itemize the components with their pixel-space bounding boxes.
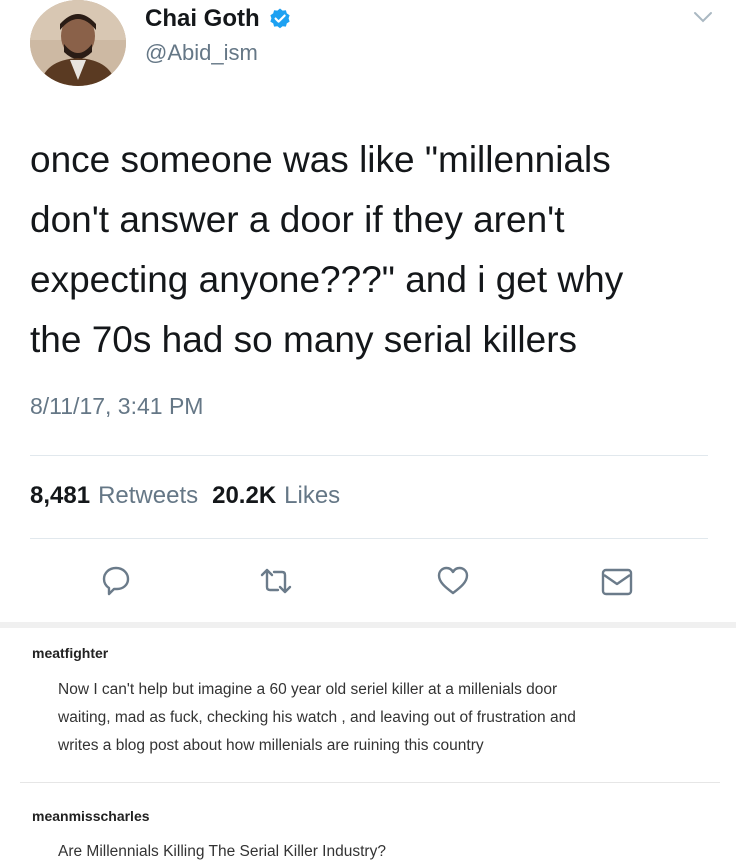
divider	[30, 538, 708, 539]
likes-count: 20.2K	[212, 482, 277, 509]
comment-line: Now I can't help but imagine a 60 year o…	[58, 681, 558, 698]
retweets-label: Retweets	[98, 482, 199, 509]
tweet-actions	[0, 562, 736, 606]
author-name[interactable]: Chai Goth	[145, 5, 260, 33]
tweet-text-line: once someone was like "millennials	[30, 139, 611, 180]
comment-divider	[20, 782, 720, 783]
comment-line: Are Millennials Killing The Serial Kille…	[58, 843, 386, 860]
comment-username[interactable]: meatfighter	[32, 645, 108, 661]
avatar[interactable]	[30, 0, 126, 86]
likes-stat[interactable]: 20.2K Likes	[212, 482, 340, 510]
verified-badge-icon	[270, 8, 290, 29]
reply-icon[interactable]	[100, 564, 132, 596]
like-icon[interactable]	[436, 565, 470, 597]
dm-icon[interactable]	[600, 566, 634, 598]
comment-username[interactable]: meanmisscharles	[32, 808, 150, 824]
chevron-down-icon[interactable]	[692, 8, 714, 26]
retweet-icon[interactable]	[258, 565, 294, 597]
comment-body: Are Millennials Killing The Serial Kille…	[58, 838, 698, 866]
divider	[30, 455, 708, 456]
tweet-text: once someone was like "millennials don't…	[30, 130, 710, 370]
tweet-timestamp[interactable]: 8/11/17, 3:41 PM	[30, 393, 203, 420]
tweet-text-line: expecting anyone???" and i get why	[30, 259, 624, 300]
tweet-text-line: don't answer a door if they aren't	[30, 199, 565, 240]
tweet-card: Chai Goth @Abid_ism once someone was lik…	[0, 0, 736, 620]
retweets-count: 8,481	[30, 482, 91, 509]
author-row: Chai Goth	[145, 4, 292, 34]
comment-line: waiting, mad as fuck, checking his watch…	[58, 709, 576, 726]
tweet-stats: 8,481 Retweets 20.2K Likes	[30, 482, 340, 510]
tweet-text-line: the 70s had so many serial killers	[30, 319, 578, 360]
comment-body: Now I can't help but imagine a 60 year o…	[58, 676, 698, 760]
author-handle[interactable]: @Abid_ism	[145, 40, 258, 66]
likes-label: Likes	[284, 482, 341, 509]
comment-line: writes a blog post about how millenials …	[58, 737, 484, 754]
retweets-stat[interactable]: 8,481 Retweets	[30, 482, 198, 510]
section-separator	[0, 622, 736, 628]
